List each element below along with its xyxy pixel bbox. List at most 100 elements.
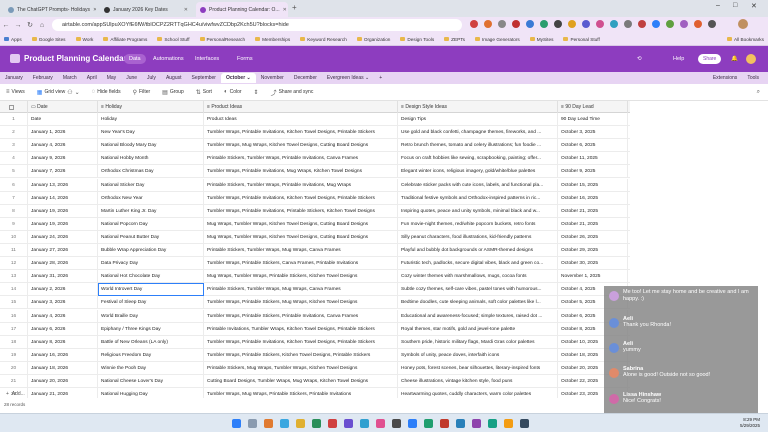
holiday-cell[interactable]: World Braille Day <box>98 309 204 323</box>
taskbar-app-icon[interactable] <box>392 419 401 428</box>
design-style-cell[interactable]: Elegant winter icons, religious imagery,… <box>398 165 558 179</box>
minimize-icon[interactable]: – <box>716 2 720 9</box>
bookmark-affiliate-programs[interactable]: Affiliate Programs <box>103 37 147 42</box>
holiday-cell[interactable]: Orthodox New Year <box>98 191 204 205</box>
extension-icon[interactable] <box>526 20 534 28</box>
table-tab-march[interactable]: March <box>58 73 82 83</box>
taskbar-app-icon[interactable] <box>280 419 289 428</box>
extension-icon[interactable] <box>694 20 702 28</box>
extension-icon[interactable] <box>638 20 646 28</box>
table-row[interactable]: 5 January 7, 2026 Orthodox Christmas Day Tu… <box>0 165 630 179</box>
lead-time-cell[interactable]: November 1, 2025 <box>558 270 628 284</box>
lead-time-cell[interactable]: October 21, 2025 <box>558 204 628 218</box>
design-style-cell[interactable]: Silly peanut characters, food illustrati… <box>398 230 558 244</box>
airtable-logo-icon[interactable] <box>10 54 20 63</box>
bookmark-memberships[interactable]: Memberships <box>255 37 290 42</box>
extension-icon[interactable] <box>610 20 618 28</box>
product-ideas-cell[interactable]: Tumbler Wraps, Printable Invitations, Ki… <box>204 126 398 140</box>
taskbar-app-icon[interactable] <box>504 419 513 428</box>
date-cell[interactable]: January 19, 2026 <box>28 204 98 218</box>
holiday-cell[interactable]: Data Privacy Day <box>98 257 204 271</box>
design-style-cell[interactable]: Focus on craft hobbies like sewing, scra… <box>398 152 558 166</box>
table-row[interactable]: 15 January 3, 2026 Festival of Sleep Day Tu… <box>0 296 630 310</box>
extension-icon[interactable] <box>484 20 492 28</box>
table-tab-june[interactable]: June <box>121 73 142 83</box>
table-tab-may[interactable]: May <box>102 73 121 83</box>
extension-icon[interactable] <box>582 20 590 28</box>
sort-button[interactable]: ⇅ Sort <box>196 89 212 96</box>
holiday-cell[interactable]: National Sticker Day <box>98 178 204 192</box>
taskbar-app-icon[interactable] <box>520 419 529 428</box>
extension-icon[interactable] <box>666 20 674 28</box>
design-style-cell[interactable]: Heartwarming quotes, cuddly characters, … <box>398 388 558 398</box>
design-style-cell[interactable]: Bedtime doodles, cute sleeping animals, … <box>398 296 558 310</box>
holiday-cell[interactable]: Battle of New Orleans (LA only) <box>98 335 204 349</box>
extension-icon[interactable] <box>568 20 576 28</box>
product-ideas-cell[interactable]: Printable Stickers, Tumbler Wraps, Mug W… <box>204 244 398 257</box>
extension-icon[interactable] <box>470 20 478 28</box>
nav-automations[interactable]: Automations <box>148 54 189 64</box>
bookmark-work[interactable]: Work <box>75 37 93 42</box>
date-cell[interactable]: January 6, 2026 <box>28 322 98 336</box>
product-ideas-cell[interactable]: Tumbler Wraps, Printable Invitations, Ki… <box>204 191 398 205</box>
product-ideas-cell[interactable]: Product Ideas <box>204 113 398 126</box>
design-style-cell[interactable]: Royal themes, star motifs, gold and jewe… <box>398 322 558 336</box>
back-icon[interactable]: ← <box>0 22 12 29</box>
forward-icon[interactable]: → <box>12 22 24 29</box>
lead-time-cell[interactable]: October 16, 2025 <box>558 191 628 205</box>
group-button[interactable]: ▤ Group <box>162 89 184 96</box>
design-style-cell[interactable]: Design Tips <box>398 113 558 126</box>
design-style-cell[interactable]: Fun movie-night themes, red/white popcor… <box>398 217 558 231</box>
holiday-cell[interactable]: New Year's Day <box>98 126 204 140</box>
profile-avatar[interactable] <box>738 19 748 29</box>
taskbar-app-icon[interactable] <box>456 419 465 428</box>
design-style-cell[interactable]: Traditional festive symbols and Orthodox… <box>398 191 558 205</box>
table-tab-january[interactable]: January <box>0 73 28 83</box>
product-ideas-cell[interactable]: Printable Stickers, Tumbler Wraps, Print… <box>204 152 398 166</box>
product-ideas-cell[interactable]: Tumbler Wraps, Mug Wraps, Printable Stic… <box>204 388 398 398</box>
lead-time-cell[interactable]: October 30, 2025 <box>558 257 628 271</box>
search-icon[interactable] <box>248 419 257 428</box>
holiday-cell[interactable]: National Hobby Month <box>98 152 204 166</box>
bookmark-keyword-research[interactable]: Keyword Research <box>300 37 347 42</box>
table-row[interactable]: 1 Date Holiday Product Ideas Design Tips 90 D… <box>0 113 630 126</box>
date-cell[interactable]: January 28, 2026 <box>28 257 98 271</box>
product-ideas-cell[interactable]: Printable Stickers, Tumbler Wraps, Mug W… <box>204 283 398 297</box>
product-ideas-cell[interactable]: Tumbler Wraps, Printable Stickers, Kitch… <box>204 348 398 362</box>
add-table-icon[interactable]: + <box>374 73 387 83</box>
date-cell[interactable]: January 4, 2026 <box>28 309 98 323</box>
taskbar-app-icon[interactable] <box>472 419 481 428</box>
holiday-cell[interactable]: National Peanut Butter Day <box>98 230 204 244</box>
date-cell[interactable]: January 7, 2026 <box>28 165 98 179</box>
holiday-cell[interactable]: Bubble Wrap Appreciation Day <box>98 244 204 257</box>
extension-icon[interactable] <box>708 20 716 28</box>
maximize-icon[interactable]: □ <box>733 2 737 9</box>
design-style-cell[interactable]: Celebrate sticker packs with cute icons,… <box>398 178 558 192</box>
taskbar-app-icon[interactable] <box>264 419 273 428</box>
start-icon[interactable] <box>232 419 241 428</box>
taskbar-app-icon[interactable] <box>360 419 369 428</box>
user-avatar[interactable] <box>746 54 756 64</box>
lead-time-cell[interactable]: October 21, 2025 <box>558 217 628 231</box>
taskbar-app-icon[interactable] <box>344 419 353 428</box>
bookmark-zepts[interactable]: ZEPTs <box>444 37 465 42</box>
date-cell[interactable]: January 8, 2026 <box>28 335 98 349</box>
notifications-icon[interactable]: 🔔 <box>726 54 743 64</box>
holiday-cell[interactable]: National Hugging Day <box>98 388 204 398</box>
reload-icon[interactable]: ↻ <box>24 21 36 29</box>
product-ideas-cell[interactable]: Tumbler Wraps, Printable Stickers, Canva… <box>204 257 398 271</box>
table-row[interactable]: 2 January 1, 2026 New Year's Day Tumbler Wr… <box>0 126 630 140</box>
holiday-cell[interactable]: National Hot Chocolate Day <box>98 270 204 284</box>
holiday-cell[interactable]: Orthodox Christmas Day <box>98 165 204 179</box>
table-row[interactable]: 18 January 8, 2026 Battle of New Orleans (… <box>0 335 630 349</box>
bookmark-apps[interactable]: Apps <box>4 37 22 42</box>
url-field[interactable]: airtable.com/appSUlpuXOYfE6fW/tblOCPZ2RT… <box>52 19 462 31</box>
product-ideas-cell[interactable]: Mug Wraps, Tumbler Wraps, Kitchen Towel … <box>204 230 398 244</box>
date-cell[interactable]: January 21, 2026 <box>28 388 98 398</box>
design-style-cell[interactable]: Inspiring quotes, peace and unity symbol… <box>398 204 558 218</box>
close-tab-icon[interactable]: ✕ <box>283 7 287 13</box>
design-style-cell[interactable]: Southern pride, historic military flags,… <box>398 335 558 349</box>
table-row[interactable]: 20 January 18, 2026 Winnie the Pooh Day Pri… <box>0 361 630 375</box>
column-header-90-day-lead[interactable]: ≡ 90 Day Lead <box>558 101 628 113</box>
holiday-cell[interactable]: Martin Luther King Jr. Day <box>98 204 204 218</box>
